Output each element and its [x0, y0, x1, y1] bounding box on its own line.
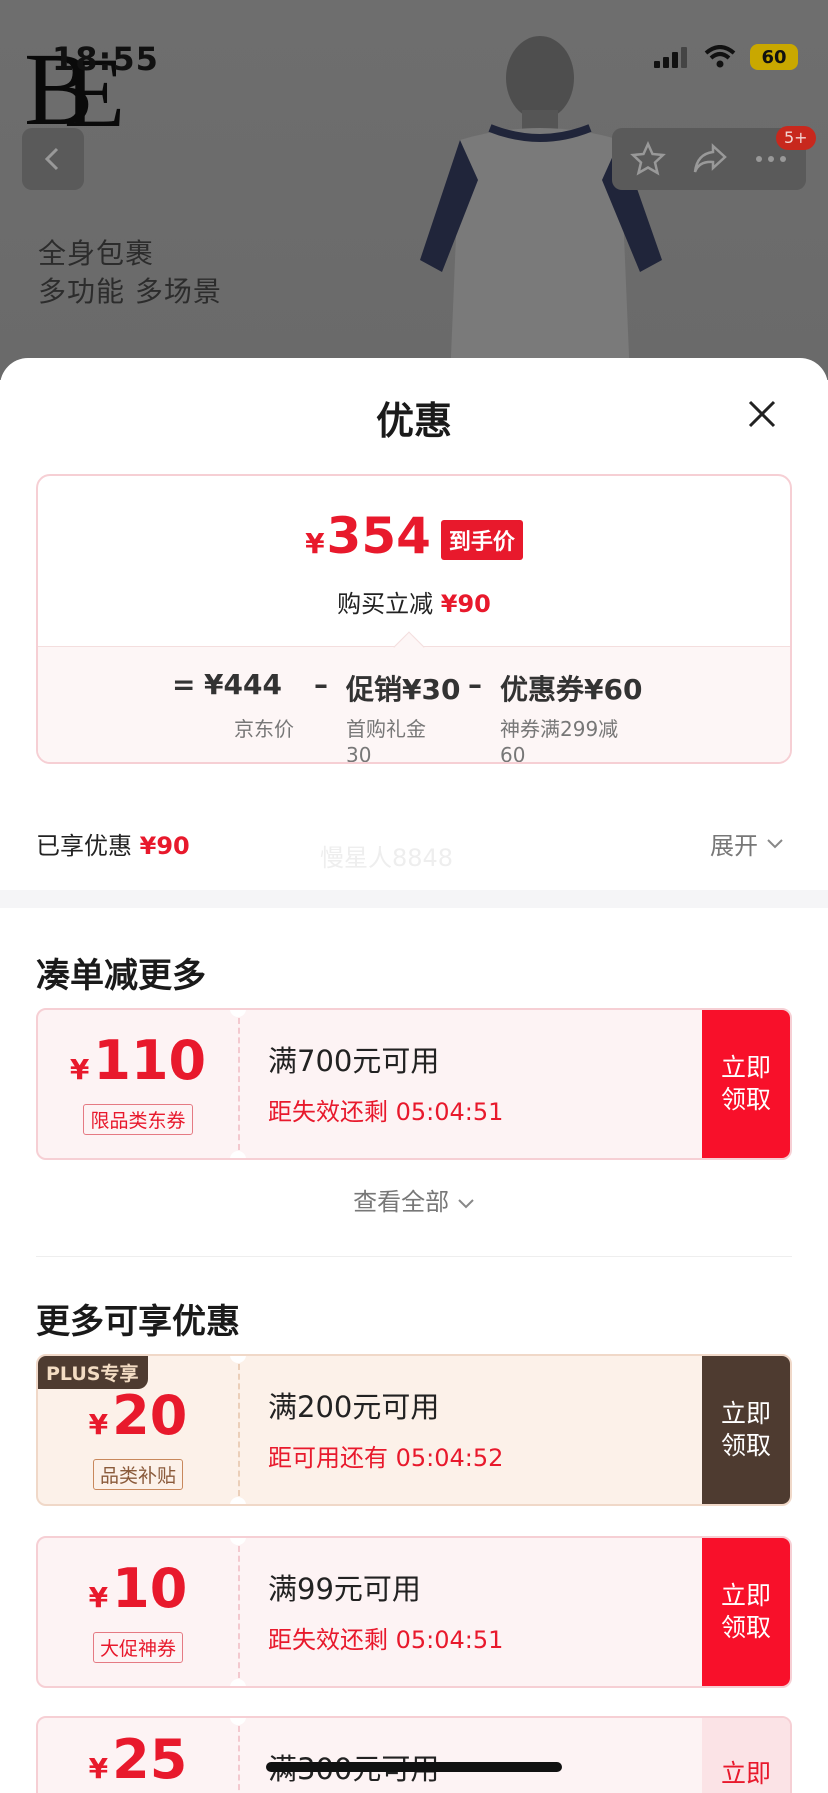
coupon-amount-area: ¥110 限品类东券	[38, 1010, 238, 1158]
price-breakdown-card: ¥354 到手价 购买立减 ¥90 = ¥444 – 促销¥30 – 优惠券¥6…	[36, 474, 792, 764]
coupon-separator	[238, 1364, 240, 1496]
close-icon[interactable]	[742, 394, 782, 434]
thin-divider	[36, 1256, 792, 1257]
reduce-row: 购买立减 ¥90	[38, 584, 790, 619]
more-icon[interactable]	[754, 154, 788, 164]
star-icon[interactable]	[630, 141, 667, 177]
view-all-label: 查看全部	[353, 1188, 450, 1216]
product-model-image	[420, 36, 662, 380]
coupon-notch	[230, 1679, 246, 1686]
coupon-separator	[238, 1546, 240, 1678]
chevron-down-icon	[458, 1199, 474, 1209]
enjoyed-label: 已享优惠	[36, 832, 132, 860]
expand-label: 展开	[710, 832, 758, 860]
final-price: ¥354	[305, 510, 431, 570]
promo-line-1: 全身包裹	[38, 237, 155, 270]
claim-coupon-button[interactable]: 立即领取	[702, 1010, 790, 1158]
expand-button[interactable]: 展开	[710, 826, 784, 861]
jd-price-label: 京东价	[234, 717, 294, 741]
coupon-amount: ¥110	[70, 1033, 206, 1098]
coupon-amount-area: ¥25	[38, 1718, 238, 1793]
claim-coupon-button[interactable]: 立即领取	[702, 1356, 790, 1504]
currency-symbol: ¥	[88, 1581, 109, 1614]
formula-jd-price: ¥444	[204, 668, 282, 701]
formula-promo: 促销¥30	[346, 673, 461, 706]
coupon-amount: ¥20	[89, 1388, 188, 1453]
notification-badge: 5+	[776, 126, 816, 150]
watermark: 慢星人8848	[320, 844, 454, 872]
coupon-tag: 品类补贴	[92, 1459, 183, 1490]
claim-coupon-button[interactable]: 立即领取	[702, 1538, 790, 1686]
section-divider	[0, 890, 828, 908]
currency-symbol: ¥	[88, 1752, 109, 1785]
home-indicator	[266, 1762, 562, 1772]
view-all-link[interactable]: 查看全部	[0, 1182, 828, 1217]
status-icons: 60	[654, 44, 798, 70]
coupon-countdown: 距失效还剩 05:04:51	[268, 1626, 504, 1654]
coupon-amount: ¥25	[89, 1732, 188, 1793]
section-title-more-offers: 更多可享优惠	[36, 1302, 240, 1342]
coupon-tag: 限品类东券	[83, 1104, 193, 1135]
coupon-details: 满200元可用 距可用还有 05:04:52	[268, 1384, 503, 1473]
coupon-condition: 满200元可用	[268, 1390, 440, 1424]
formula-coupon: 优惠券¥60	[500, 673, 643, 706]
coupon-card-plus: ¥20 品类补贴 PLUS专享 满200元可用 距可用还有 05:04:52 立…	[36, 1354, 792, 1506]
promo-label: 首购礼金 30	[346, 717, 426, 764]
coupon-details: 满700元可用 距失效还剩 05:04:51	[268, 1038, 503, 1127]
formula-minus-1: –	[314, 668, 328, 701]
coupon-countdown: 距可用还有 05:04:52	[268, 1444, 504, 1472]
coupon-details: 满99元可用 距失效还剩 05:04:51	[268, 1566, 503, 1655]
currency-symbol: ¥	[69, 1053, 90, 1086]
enjoyed-value: ¥90	[139, 832, 190, 860]
reduce-label: 购买立减	[337, 590, 434, 618]
final-price-value: 354	[326, 507, 431, 565]
coupon-label: 神券满299减 60	[500, 717, 619, 764]
discount-sheet: 优惠 ¥354 到手价 购买立减 ¥90 = ¥444 – 促销¥30 – 优惠…	[0, 358, 828, 1793]
sheet-title: 优惠	[375, 399, 452, 443]
coupon-amount-value: 25	[112, 1728, 188, 1791]
promo-line-2: 多功能 多场景	[38, 275, 222, 308]
coupon-notch	[230, 1151, 246, 1158]
coupon-amount-value: 110	[93, 1029, 207, 1092]
chevron-left-icon	[44, 147, 59, 171]
coupon-notch	[230, 1497, 246, 1504]
back-button[interactable]	[22, 128, 84, 190]
coupon-condition: 满99元可用	[268, 1572, 421, 1606]
coupon-tag: 大促神券	[92, 1632, 183, 1663]
battery-indicator: 60	[750, 44, 798, 70]
status-time: 18:55	[52, 40, 159, 78]
final-price-tag: 到手价	[440, 520, 523, 560]
wifi-icon	[704, 45, 736, 68]
currency-symbol: ¥	[305, 527, 325, 560]
enjoyed-discount: 已享优惠 ¥90	[36, 826, 190, 861]
coupon-card: ¥25 满300元可用 立即	[36, 1716, 792, 1793]
share-icon[interactable]	[691, 142, 729, 176]
product-backdrop: B E 18:55 60 5+ 全身包裹 多功能 多场景	[0, 0, 828, 380]
currency-symbol: ¥	[88, 1408, 109, 1441]
coupon-card: ¥10 大促神券 满99元可用 距失效还剩 05:04:51 立即领取	[36, 1536, 792, 1688]
coupon-separator	[238, 1726, 240, 1793]
formula-equals: =	[172, 668, 196, 701]
coupon-amount-area: ¥10 大促神券	[38, 1538, 238, 1686]
coupon-countdown: 距失效还剩 05:04:51	[268, 1098, 504, 1126]
signal-icon	[654, 47, 687, 68]
reduce-value: ¥90	[440, 590, 491, 618]
formula-minus-2: –	[468, 668, 482, 701]
coupon-card: ¥110 限品类东券 满700元可用 距失效还剩 05:04:51 立即领取	[36, 1008, 792, 1160]
coupon-amount: ¥10	[89, 1561, 188, 1626]
chevron-down-icon	[767, 838, 783, 848]
section-title-more-order: 凑单减更多	[36, 956, 206, 996]
plus-exclusive-label: PLUS专享	[38, 1356, 149, 1389]
coupon-amount-value: 20	[112, 1384, 188, 1447]
coupon-amount-value: 10	[112, 1557, 188, 1620]
coupon-separator	[238, 1018, 240, 1150]
claim-coupon-button[interactable]: 立即	[702, 1718, 790, 1793]
coupon-condition: 满700元可用	[268, 1044, 440, 1078]
final-price-row: ¥354 到手价	[38, 510, 790, 570]
